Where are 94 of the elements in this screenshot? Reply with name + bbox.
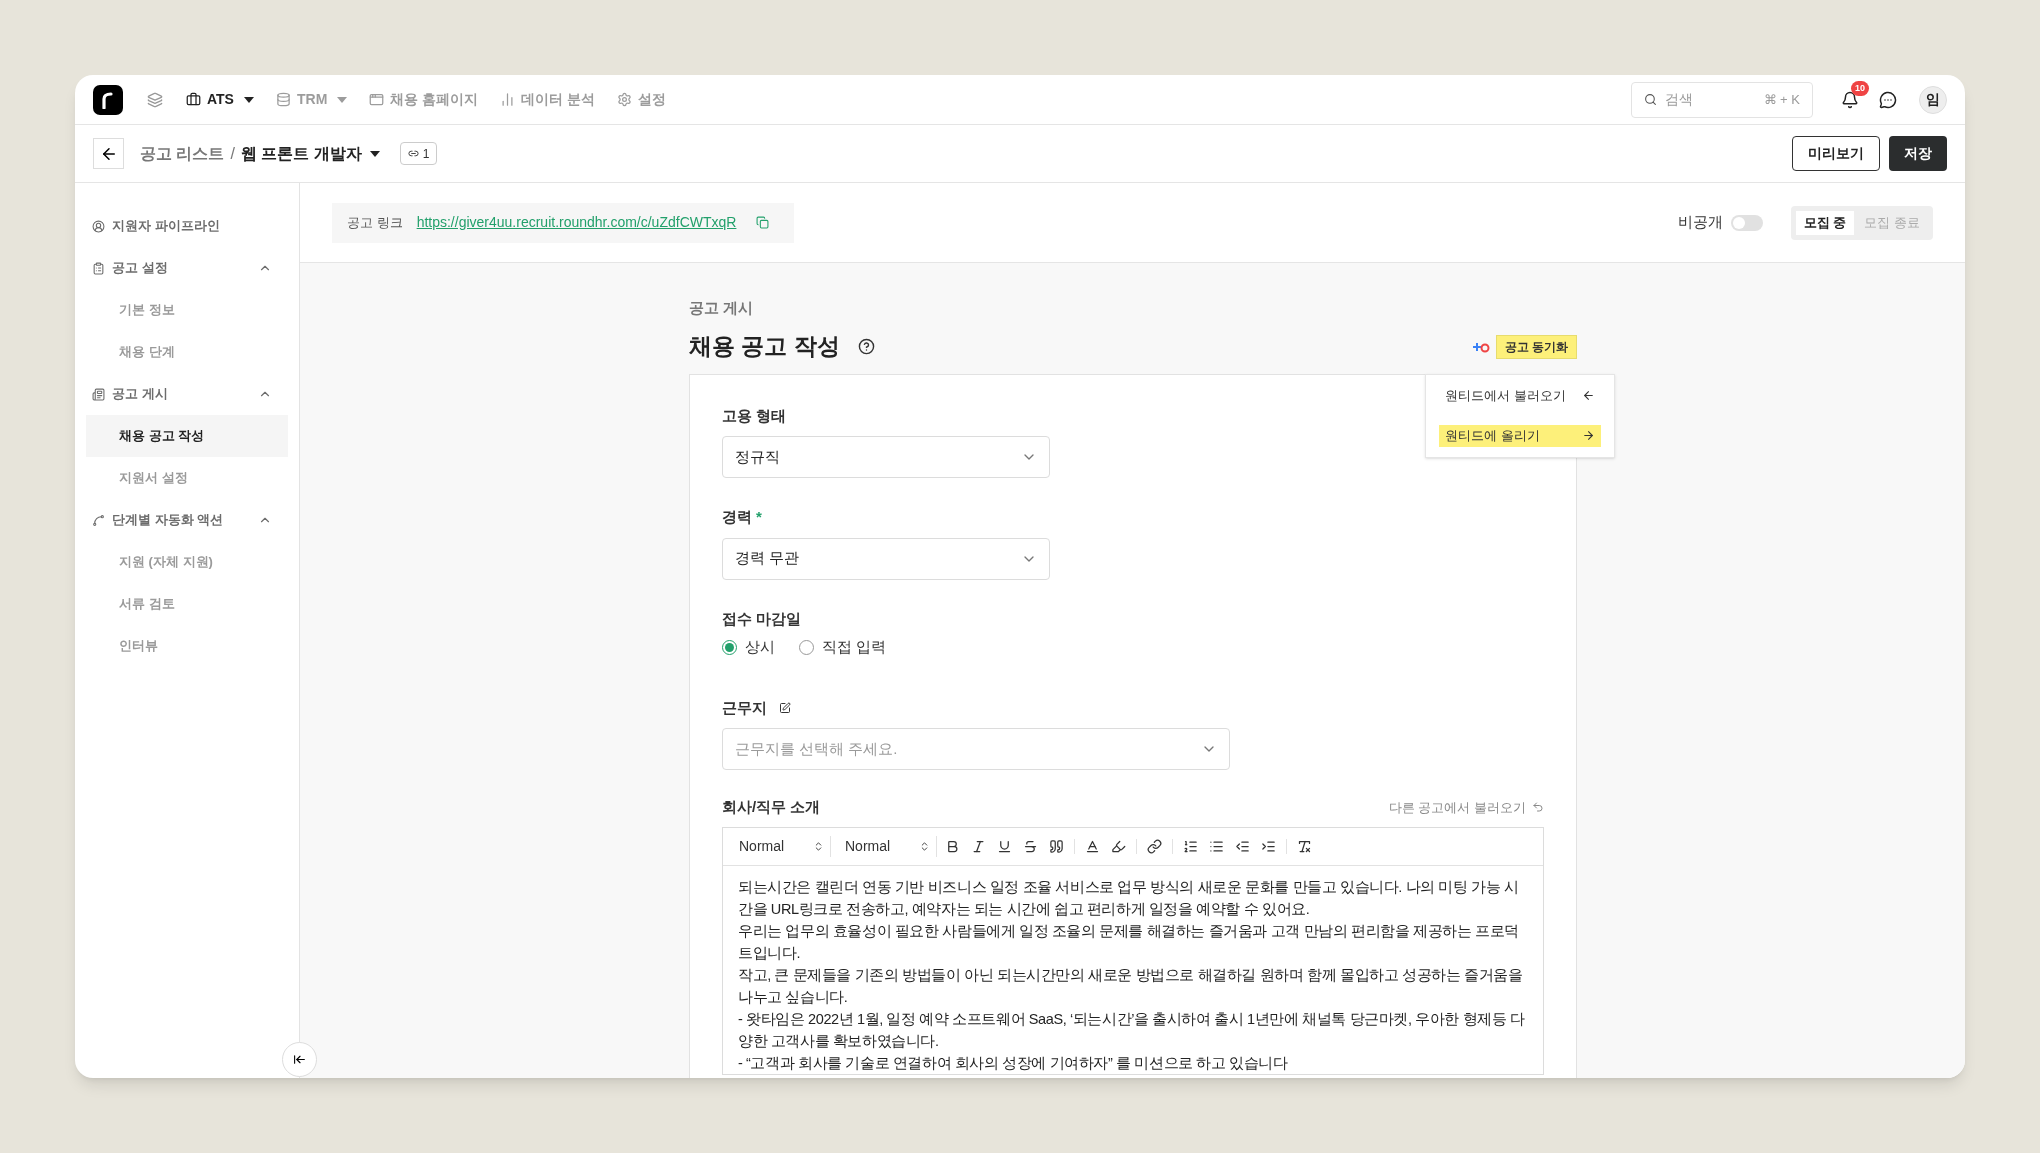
highlighter-icon[interactable] [1111, 838, 1126, 854]
ordered-list-icon[interactable] [1183, 838, 1198, 854]
up-down-icon [813, 840, 824, 852]
select-field[interactable]: 근무지를 선택해 주세요. [722, 728, 1230, 770]
bullet-list-icon[interactable] [1209, 838, 1224, 854]
format-select[interactable]: Normal [733, 835, 831, 857]
bold-icon[interactable] [945, 838, 960, 854]
required-mark: * [756, 507, 762, 527]
text-color-icon[interactable] [1085, 838, 1100, 854]
page-title: 채용 공고 작성 [689, 332, 840, 362]
collapse-icon [293, 1053, 306, 1066]
section-label: 공고 게시 [689, 298, 755, 318]
editor-paragraph: - 왓타임은 2022년 1월, 일정 예약 소프트웨어 SaaS, ‘되는시간’을 출시하여 출시 1년만에 채널톡 당근마켓, 우아한 형제등 다양한 고객사를 확보하였습니다. [738, 1009, 1526, 1051]
breadcrumb-link[interactable]: 공고 리스트 [140, 141, 225, 166]
undo-icon [1532, 801, 1544, 814]
sync-menu-item[interactable]: 원티드에 올리기 [1439, 424, 1601, 447]
editor-paragraph: 작고, 큰 문제들을 기존의 방법들이 아닌 되는시간만의 새로운 방법으로 해결하길 원하며 함께 몰입하고 성공하는 즐거움을 나누고 싶습니다. [738, 965, 1524, 1007]
sidebar-item[interactable]: 채용 공고 작성 [86, 415, 288, 457]
nav-menu-item[interactable]: 데이터 분석 [500, 89, 596, 110]
status-tab[interactable]: 모집 중 [1795, 210, 1855, 235]
caret-icon [369, 150, 380, 157]
search-field[interactable]: 검색 ⌘ + K [1631, 81, 1813, 118]
sidebar-section[interactable]: 공고 게시 [86, 373, 288, 415]
nav-menu-item[interactable]: 설정 [617, 89, 667, 110]
arrow-left-icon [1582, 389, 1595, 402]
underline-icon[interactable] [997, 838, 1012, 854]
field-label: 고용 형태 [722, 405, 788, 426]
sidebar-item[interactable]: 서류 검토 [86, 583, 288, 625]
outdent-icon[interactable] [1235, 838, 1250, 854]
clear-format-icon[interactable] [1297, 838, 1312, 854]
private-toggle[interactable] [1730, 214, 1763, 231]
chat-icon[interactable] [1879, 90, 1897, 109]
select-field[interactable]: 경력 무관 [722, 537, 1050, 580]
flow-icon [92, 513, 105, 527]
italic-icon[interactable] [971, 838, 986, 854]
format-select[interactable]: Normal [839, 835, 937, 857]
editor-paragraph: 되는시간은 캘린더 연동 기반 비즈니스 일정 조율 서비스로 업무 방식의 새로운 문화를 만들고 있습니다. 나의 미팅 가능 시간을 URL링크로 전송하고, 예약자는 되는 시간에 쉽고 편리하게 일정을 예약할 수 있어요. [738, 877, 1520, 919]
briefcase-icon [186, 92, 201, 107]
sidebar-item[interactable]: 채용 단계 [86, 331, 288, 373]
save-button[interactable]: 저장 [1889, 136, 1947, 171]
nav-menu-item[interactable]: TRM [275, 89, 348, 110]
search-input[interactable]: 검색 [1665, 89, 1735, 110]
strikethrough-icon[interactable] [1023, 838, 1038, 854]
breadcrumb-separator: / [230, 143, 235, 164]
load-from-other-posting-link[interactable]: 다른 공고에서 불러오기 [1388, 797, 1544, 817]
indent-icon[interactable] [1261, 838, 1276, 854]
editor-paragraph: - “고객과 회사를 기술로 연결하여 회사의 성장에 기여하자” 를 미션으로 하고 있습니다 [738, 1053, 1289, 1073]
user-circle-icon [92, 219, 105, 233]
radio-option[interactable]: 상시 [722, 636, 775, 659]
up-down-icon [919, 840, 930, 852]
sidebar-item[interactable]: 기본 정보 [86, 289, 288, 331]
copy-icon[interactable] [756, 216, 770, 229]
window-icon [369, 92, 385, 107]
job-posting-url[interactable]: https://giver4uu.recruit.roundhr.com/c/uZdfCWTxqR [416, 212, 737, 233]
sidebar-section[interactable]: 공고 설정 [86, 247, 288, 289]
sidebar-section[interactable]: 지원자 파이프라인 [86, 205, 288, 247]
back-button[interactable] [93, 138, 124, 169]
edit-icon[interactable] [779, 701, 791, 714]
radio-option[interactable]: 직접 입력 [799, 636, 887, 659]
editor-paragraph: 우리는 업무의 효율성이 필요한 사람들에게 일정 조율의 문제를 해결하는 즐거움과 고객 만남의 편리함을 제공하는 프로덕트입니다. [738, 921, 1520, 963]
settings-icon [617, 92, 633, 107]
sidebar-item[interactable]: 지원 (자체 지원) [86, 541, 288, 583]
field-label: 경력 [722, 507, 752, 527]
link-icon[interactable] [1147, 838, 1162, 854]
sidebar-item[interactable]: 인터뷰 [86, 625, 288, 667]
field-label: 근무지 [722, 697, 767, 718]
sidebar-section[interactable]: 단계별 자동화 액션 [86, 499, 288, 541]
nav-menu-item[interactable]: 채용 홈페이지 [369, 89, 479, 110]
board-icon [92, 387, 105, 401]
job-title-dropdown[interactable]: 웹 프론트 개발자 [240, 141, 380, 166]
search-icon [1644, 93, 1657, 106]
database-icon [275, 92, 291, 107]
user-avatar[interactable]: 임 [1919, 85, 1947, 114]
help-icon[interactable] [857, 338, 875, 355]
sync-button[interactable]: 공고 동기화 [1495, 334, 1577, 359]
bar-chart-icon [500, 92, 516, 107]
sync-menu-item[interactable]: 원티드에서 불러오기 [1439, 384, 1601, 407]
quote-icon[interactable] [1049, 838, 1064, 854]
notification-bell-icon[interactable] [1841, 90, 1859, 109]
preview-button[interactable]: 미리보기 [1792, 136, 1880, 171]
link-icon [407, 148, 419, 159]
notification-badge: 10 [1851, 80, 1869, 96]
arrow-right-icon [1582, 429, 1595, 442]
link-count-button[interactable]: 1 [399, 142, 438, 165]
link-label: 공고 링크 [347, 213, 403, 232]
shortcut-hint: ⌘ + K [1763, 90, 1800, 109]
select-field[interactable]: 정규직 [722, 436, 1050, 478]
private-label: 비공개 [1677, 212, 1723, 233]
sidebar-item[interactable]: 지원서 설정 [86, 457, 288, 499]
field-label: 접수 마감일 [722, 608, 803, 629]
clipboard-icon [92, 261, 105, 275]
app-logo[interactable] [93, 84, 123, 115]
field-label: 회사/직무 소개 [722, 797, 821, 817]
nav-menu-item[interactable]: ATS [186, 89, 254, 110]
